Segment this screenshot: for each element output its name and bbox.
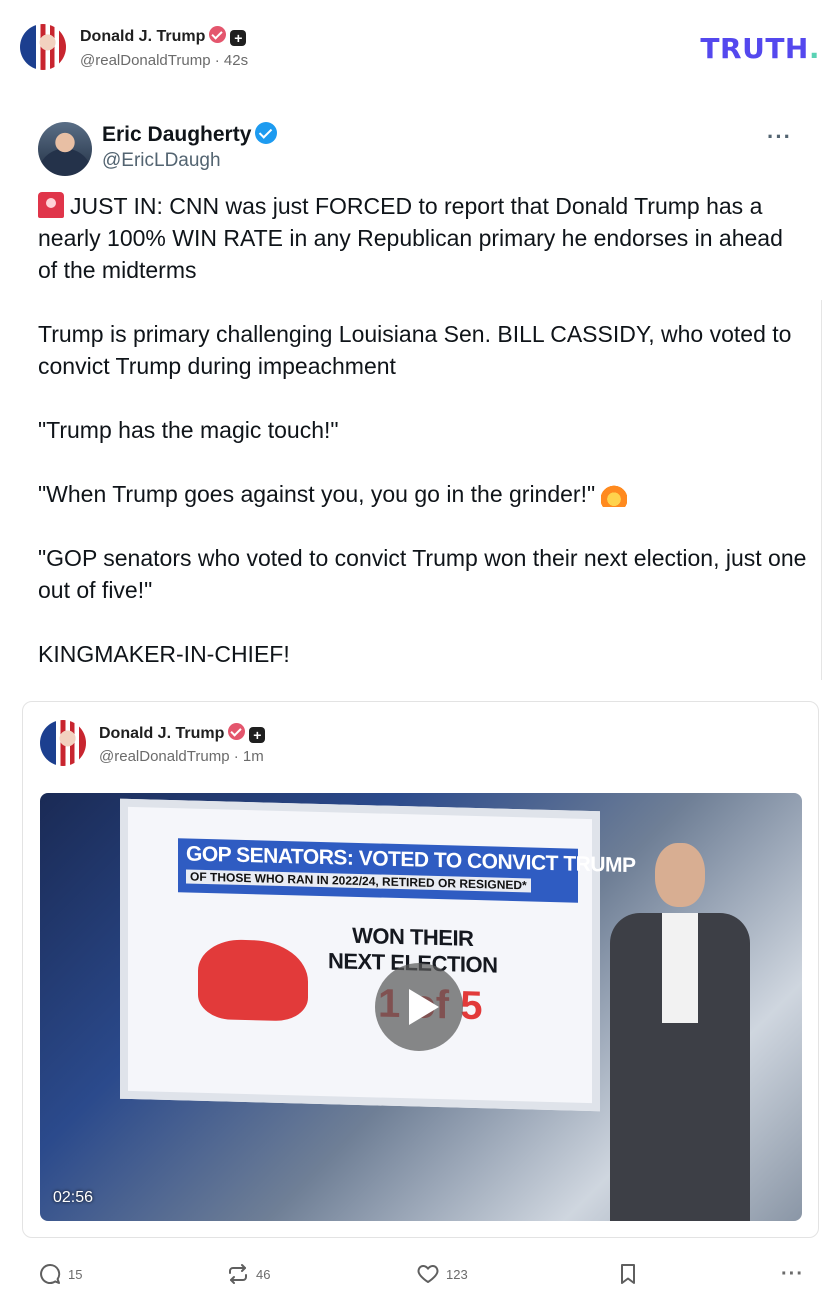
quoted-author-name-row[interactable]: Donald J. Trump + — [99, 723, 266, 743]
reply-icon — [40, 1263, 61, 1284]
truth-logo-dot: . — [808, 32, 820, 65]
repost-icon — [229, 1264, 247, 1284]
post-action-bar: 15 46 123 ··· — [38, 1260, 808, 1288]
tweet-paragraph: "Trump has the magic touch!" — [38, 417, 339, 443]
video-player[interactable]: GOP SENATORS: VOTED TO CONVICT TRUMP OF … — [40, 793, 802, 1221]
repost-button[interactable]: 46 — [226, 1260, 270, 1288]
verified-check-icon — [255, 122, 278, 144]
gop-elephant-icon — [198, 938, 308, 1022]
author-handle[interactable]: @realDonaldTrump — [80, 52, 211, 69]
bookmark-button[interactable] — [616, 1260, 640, 1288]
author-name[interactable]: Donald J. Trump — [80, 28, 205, 45]
like-button[interactable]: 123 — [416, 1260, 468, 1288]
fire-emoji-icon — [601, 481, 628, 507]
more-options-button[interactable]: ··· — [781, 1260, 804, 1288]
quoted-author-meta: @realDonaldTrump · 1m — [99, 748, 264, 765]
like-count: 123 — [446, 1266, 468, 1282]
play-button-icon[interactable] — [375, 963, 463, 1051]
tweet-paragraph-text: JUST IN: CNN was just FORCED to report t… — [38, 193, 783, 283]
truth-logo[interactable]: TRUTH. — [700, 32, 820, 65]
quoted-timestamp[interactable]: 1m — [243, 748, 264, 765]
reply-count: 15 — [68, 1266, 83, 1282]
tweet-author-handle: @EricLDaugh — [102, 150, 221, 171]
post-timestamp[interactable]: 42s — [224, 52, 248, 69]
author-name-row[interactable]: Donald J. Trump + — [80, 26, 247, 46]
tweet-body: JUST IN: CNN was just FORCED to report t… — [38, 190, 808, 702]
siren-emoji-icon — [38, 192, 64, 218]
tweet-paragraph: Trump is primary challenging Louisiana S… — [38, 321, 792, 379]
tweet-paragraph: "GOP senators who voted to convict Trump… — [38, 545, 807, 603]
video-duration: 02:56 — [53, 1189, 94, 1206]
tweet-paragraph: JUST IN: CNN was just FORCED to report t… — [38, 190, 808, 286]
plus-badge-icon: + — [249, 727, 266, 743]
quoted-author-name[interactable]: Donald J. Trump — [99, 725, 224, 742]
tweet-more-icon: ··· — [767, 124, 792, 149]
author-avatar[interactable] — [20, 24, 66, 70]
time-separator: · — [229, 748, 243, 765]
bookmark-icon — [621, 1264, 635, 1284]
video-frame-studio-screen: GOP SENATORS: VOTED TO CONVICT TRUMP OF … — [120, 798, 636, 1112]
quoted-author-handle[interactable]: @realDonaldTrump — [99, 748, 230, 765]
tweet-paragraph-text: "When Trump goes against you, you go in … — [38, 481, 596, 507]
tweet-author-name-row: Eric Daugherty — [102, 122, 278, 147]
repost-count: 46 — [256, 1266, 271, 1282]
truth-logo-text: TRUTH — [700, 32, 809, 65]
post-header: Donald J. Trump + @realDonaldTrump · 42s … — [20, 22, 820, 74]
tweet-author-avatar — [38, 122, 92, 176]
reply-button[interactable]: 15 — [38, 1260, 82, 1288]
video-frame-presenter — [600, 833, 760, 1221]
quoted-author-avatar[interactable] — [40, 720, 86, 766]
presenter-shirt — [662, 913, 698, 1023]
verified-badge-icon — [228, 723, 246, 740]
presenter-head — [655, 843, 705, 907]
heart-icon — [417, 1265, 439, 1283]
tweet-author-name: Eric Daugherty — [102, 123, 252, 146]
time-separator: · — [210, 52, 224, 69]
tweet-paragraph: "When Trump goes against you, you go in … — [38, 478, 808, 510]
quoted-truth-card[interactable]: Donald J. Trump + @realDonaldTrump · 1m G… — [22, 701, 819, 1238]
plus-badge-icon: + — [230, 30, 247, 46]
tweet-paragraph: KINGMAKER-IN-CHIEF! — [38, 641, 290, 667]
divider — [821, 300, 822, 680]
video-frame-banner: GOP SENATORS: VOTED TO CONVICT TRUMP OF … — [178, 838, 636, 903]
verified-badge-icon — [209, 26, 227, 43]
author-meta: @realDonaldTrump · 42s — [80, 52, 248, 69]
